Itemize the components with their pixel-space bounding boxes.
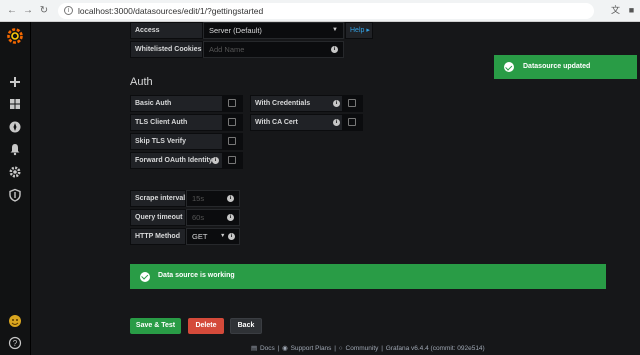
whitelisted-cookies-input[interactable]: Add Name i	[203, 41, 344, 58]
forward-oauth-info-icon: i	[212, 157, 219, 164]
svg-text:?: ?	[13, 339, 18, 348]
toast-notification[interactable]: Datasource updated	[494, 55, 637, 79]
query-timeout-label: Query timeout	[130, 209, 186, 226]
info-icon: i	[331, 46, 338, 53]
footer-docs-link[interactable]: Docs	[260, 345, 275, 352]
plus-icon[interactable]	[8, 75, 22, 89]
with-credentials-label: With Credentials	[250, 95, 343, 112]
footer-separator: |	[381, 345, 383, 352]
query-timeout-placeholder: 60s	[192, 213, 205, 222]
skip-tls-verify-label: Skip TLS Verify	[130, 133, 223, 150]
basic-auth-label: Basic Auth	[130, 95, 223, 112]
check-circle-icon	[504, 62, 514, 72]
grafana-logo-icon[interactable]	[7, 28, 23, 44]
forward-oauth-label: Forward OAuth Identity	[130, 152, 223, 169]
with-ca-cert-info-icon: i	[333, 119, 340, 126]
status-alert: Data source is working	[130, 264, 606, 289]
access-select-value: Server (Default)	[209, 26, 262, 35]
footer-separator: |	[334, 345, 336, 352]
docs-icon: ▤	[251, 345, 258, 352]
access-label: Access	[130, 22, 203, 39]
address-url[interactable]: localhost:3000/datasources/edit/1/?getti…	[78, 6, 263, 16]
forward-arrow-icon[interactable]: →	[22, 5, 34, 17]
whitelisted-cookies-placeholder: Add Name	[209, 45, 245, 54]
status-text: Data source is working	[158, 272, 235, 279]
basic-auth-checkbox[interactable]	[223, 95, 243, 112]
whitelisted-cookies-label: Whitelisted Cookies	[130, 41, 203, 58]
with-ca-cert-checkbox[interactable]	[343, 114, 363, 131]
footer-version: Grafana v6.4.4 (commit: 092e514)	[385, 345, 485, 352]
sidebar: ?	[0, 22, 31, 355]
back-button[interactable]: Back	[230, 318, 262, 334]
footer-separator: |	[277, 345, 280, 352]
info-icon: i	[227, 214, 234, 221]
caret-down-icon: ▼	[220, 233, 226, 239]
scrape-interval-placeholder: 15s	[192, 194, 205, 203]
http-method-select[interactable]: GET ▼ i	[186, 228, 240, 245]
tls-client-auth-label: TLS Client Auth	[130, 114, 223, 131]
translate-icon[interactable]: 文	[610, 5, 621, 16]
skip-tls-verify-checkbox[interactable]	[223, 133, 243, 150]
footer-support-link[interactable]: Support Plans	[291, 345, 332, 352]
back-arrow-icon[interactable]: ←	[6, 5, 18, 17]
info-icon: i	[228, 233, 235, 240]
toast-text: Datasource updated	[523, 62, 591, 70]
with-credentials-info-icon: i	[333, 100, 340, 107]
tls-client-auth-checkbox[interactable]	[223, 114, 243, 131]
query-timeout-input[interactable]: 60s i	[186, 209, 240, 226]
access-select[interactable]: Server (Default) ▼	[203, 22, 344, 39]
help-icon[interactable]: ?	[8, 336, 22, 350]
with-credentials-checkbox[interactable]	[343, 95, 363, 112]
help-button-label: Help	[350, 27, 365, 34]
check-circle-icon	[140, 271, 150, 282]
save-test-button[interactable]: Save & Test	[130, 318, 181, 334]
auth-section-title: Auth	[130, 76, 153, 88]
footer: ▤ Docs | ◉ Support Plans | ○ Community |…	[251, 344, 486, 352]
site-info-icon[interactable]: i	[64, 6, 73, 15]
chevron-right-icon: ▸	[366, 27, 370, 34]
shield-icon[interactable]	[8, 188, 22, 202]
support-icon: ◉	[282, 345, 288, 352]
gear-icon[interactable]	[8, 165, 22, 179]
dashboards-icon[interactable]	[8, 97, 22, 111]
community-icon: ○	[338, 345, 343, 352]
explore-icon[interactable]	[8, 120, 22, 134]
help-button[interactable]: Help ▸	[345, 22, 373, 39]
http-method-label: HTTP Method	[130, 228, 186, 245]
scrape-interval-input[interactable]: 15s i	[186, 190, 240, 207]
delete-button[interactable]: Delete	[188, 318, 224, 334]
address-bar[interactable]: i localhost:3000/datasources/edit/1/?get…	[58, 3, 594, 19]
reload-icon[interactable]: ↻	[38, 5, 50, 17]
info-icon: i	[227, 195, 234, 202]
forward-oauth-checkbox[interactable]	[223, 152, 243, 169]
scrape-interval-label: Scrape interval	[130, 190, 186, 207]
browser-toolbar: ← → ↻ i localhost:3000/datasources/edit/…	[0, 0, 640, 22]
bell-icon[interactable]	[8, 142, 22, 156]
with-ca-cert-label: With CA Cert	[250, 114, 343, 131]
caret-down-icon: ▼	[332, 27, 338, 33]
avatar-icon[interactable]	[8, 314, 22, 328]
extension-icon[interactable]: ■	[626, 5, 637, 16]
footer-community-link[interactable]: Community	[346, 345, 379, 352]
http-method-value: GET	[192, 232, 208, 241]
